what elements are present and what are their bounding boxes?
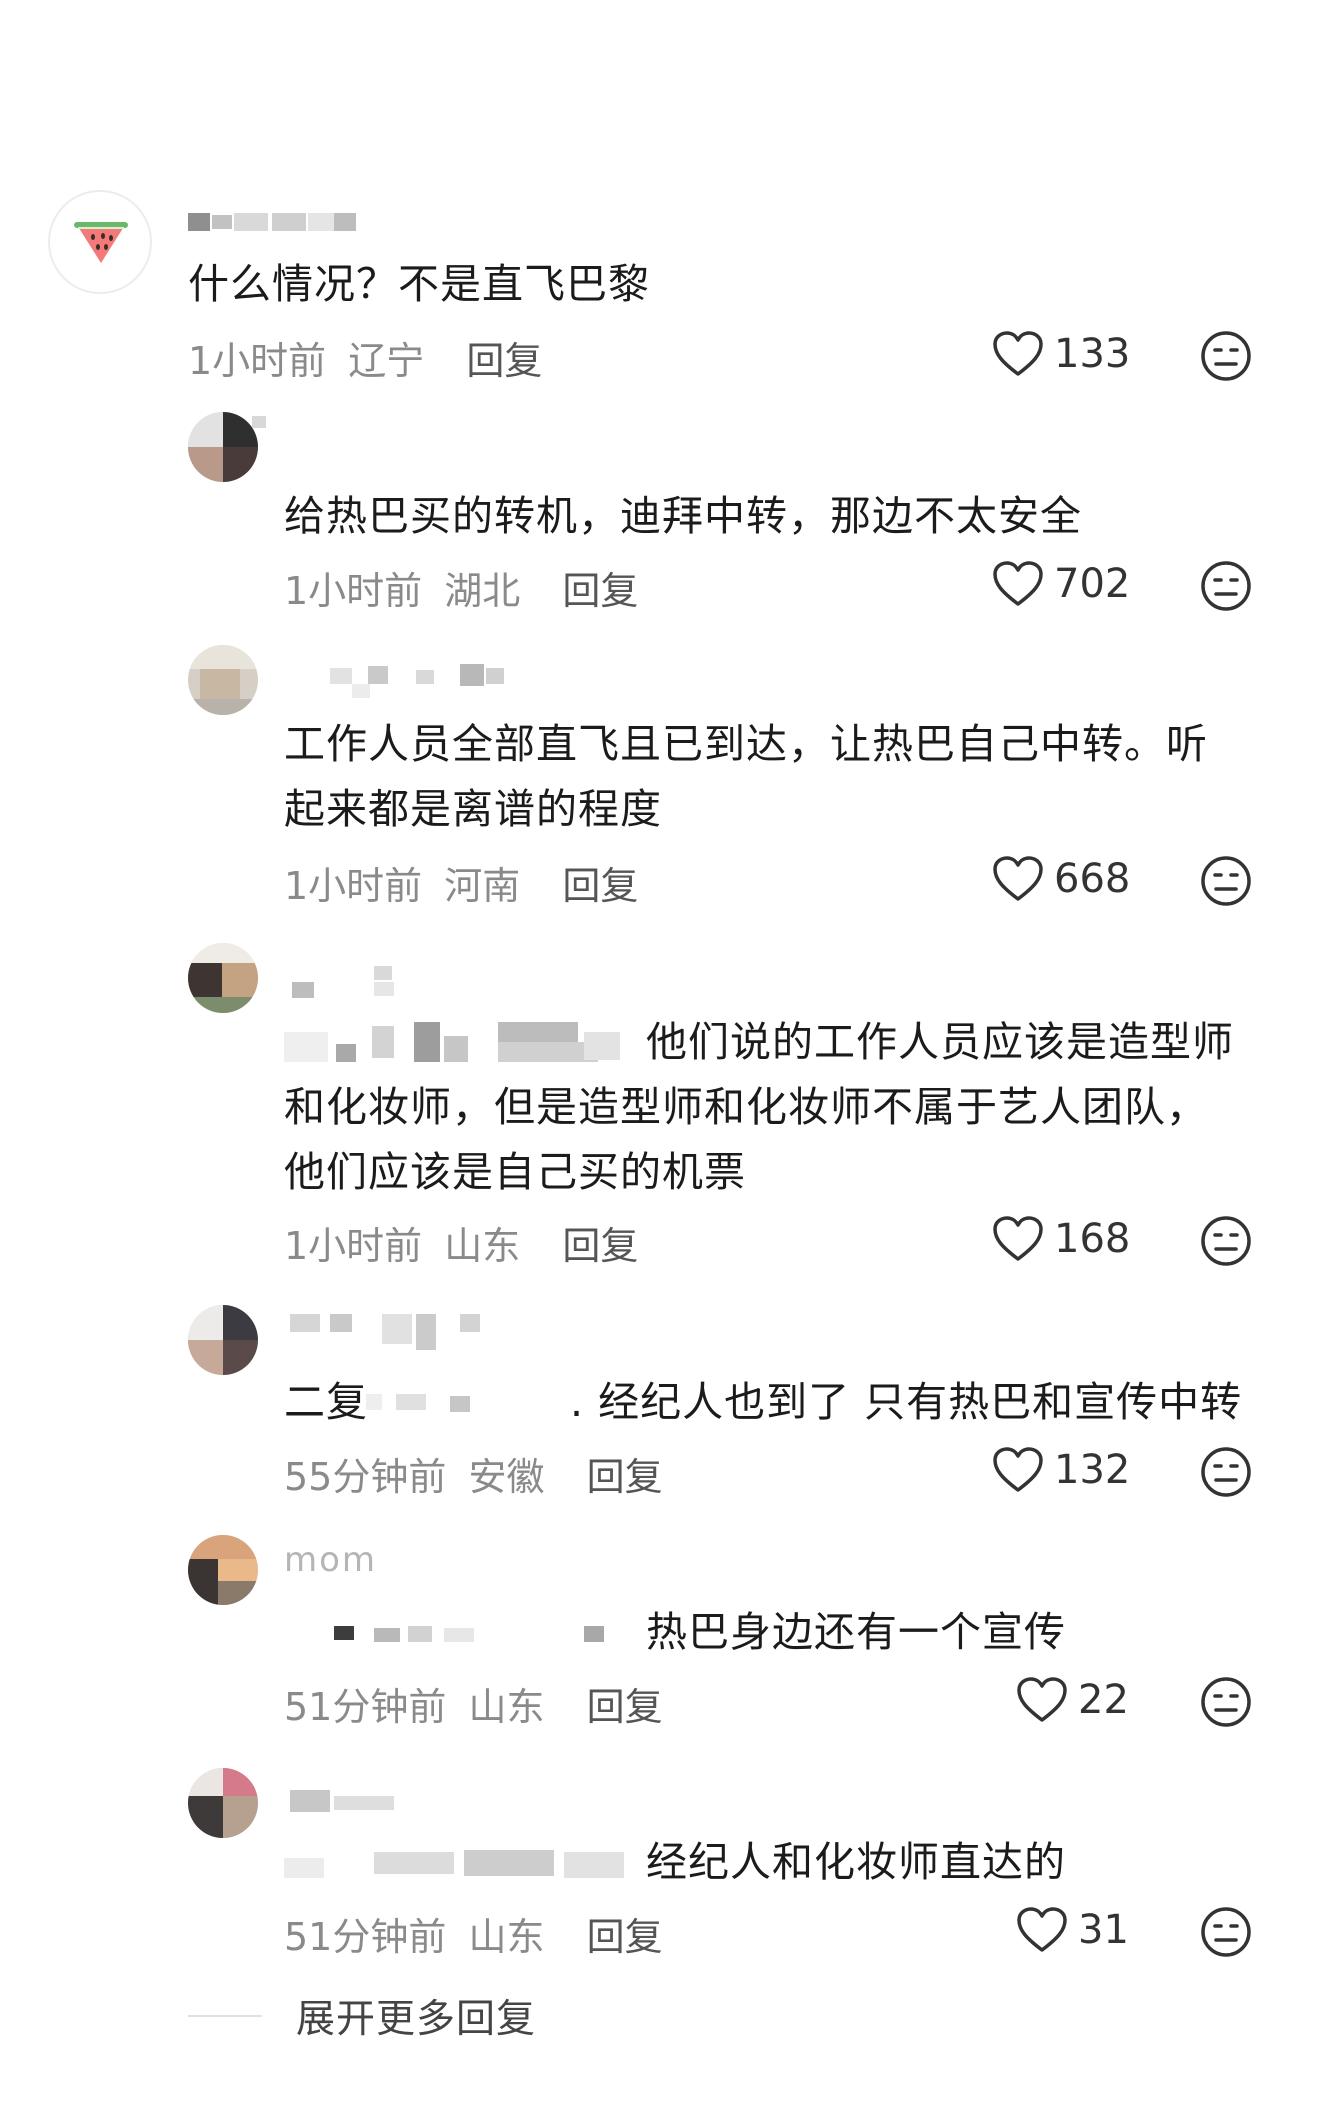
watermelon-icon: [74, 222, 128, 263]
like-button[interactable]: 702: [992, 560, 1130, 608]
username-blurred[interactable]: [252, 412, 272, 442]
comment-time: 1小时前: [188, 339, 327, 383]
comment-meta: 55分钟前 安徽 回复: [284, 1446, 663, 1501]
username-blurred[interactable]: [300, 660, 530, 698]
comment-location: 安徽: [468, 1455, 545, 1499]
comment-text: 经纪人和化妆师直达的: [646, 1838, 1066, 1886]
like-button[interactable]: 22: [1016, 1676, 1129, 1724]
comment-meta: 1小时前 河南 回复: [284, 855, 638, 910]
like-count: 668: [1054, 856, 1131, 902]
meh-face-icon[interactable]: [1200, 330, 1252, 382]
avatar[interactable]: [188, 1535, 258, 1605]
meh-face-icon[interactable]: [1200, 855, 1252, 907]
reply-button[interactable]: 回复: [562, 1224, 638, 1268]
reply-button[interactable]: 回复: [562, 569, 638, 613]
like-count: 31: [1078, 1907, 1129, 1953]
like-count: 168: [1054, 1216, 1131, 1262]
heart-outline-icon: [993, 1216, 1043, 1261]
comment-text: 二复 . 经纪人也到了 只有热巴和宣传中转: [284, 1370, 1244, 1435]
comment-text: 工作人员全部直飞且已到达，让热巴自己中转。听起来都是离谱的程度: [284, 720, 1208, 833]
like-count: 702: [1054, 561, 1131, 607]
comment-location: 湖北: [444, 569, 521, 613]
reply-button[interactable]: 回复: [587, 1455, 663, 1499]
comment-location: 山东: [468, 1685, 545, 1729]
comment-time: 51分钟前: [284, 1685, 447, 1729]
comment-location: 山东: [444, 1224, 521, 1268]
comment-meta: 51分钟前 山东 回复: [284, 1906, 663, 1961]
like-button[interactable]: 31: [1016, 1906, 1129, 1954]
comment-location: 辽宁: [348, 339, 425, 383]
comment-time: 55分钟前: [284, 1455, 447, 1499]
comment-time: 1小时前: [284, 1224, 423, 1268]
avatar[interactable]: [188, 412, 258, 482]
comment-meta: 1小时前 辽宁 回复: [188, 330, 542, 385]
heart-outline-icon: [993, 1447, 1043, 1492]
heart-outline-icon: [993, 856, 1043, 901]
username-blurred[interactable]: [292, 958, 412, 998]
avatar[interactable]: [188, 645, 258, 715]
meh-face-icon[interactable]: [1200, 560, 1252, 612]
like-button[interactable]: 133: [992, 330, 1130, 378]
comment-location: 河南: [444, 864, 521, 908]
username-blurred[interactable]: [290, 1308, 490, 1350]
avatar[interactable]: [48, 190, 152, 294]
reply-button[interactable]: 回复: [562, 864, 638, 908]
comment-text: 热巴身边还有一个宣传: [646, 1608, 1066, 1656]
comment-body: . 经纪人也到了 只有热巴和宣传中转: [570, 1378, 1243, 1426]
comment-thread: 什么情况？不是直飞巴黎 1小时前 辽宁 回复 133 给热巴买的转机，迪拜中转，…: [0, 0, 1320, 2104]
heart-outline-icon: [993, 561, 1043, 606]
comment-location: 山东: [468, 1915, 545, 1959]
divider-line: [188, 2015, 262, 2017]
like-button[interactable]: 668: [992, 855, 1130, 903]
heart-outline-icon: [993, 331, 1043, 376]
comment-meta: 1小时前 山东 回复: [284, 1215, 638, 1270]
comment-text: 什么情况？不是直飞巴黎: [188, 260, 650, 308]
comment-meta: 51分钟前 山东 回复: [284, 1676, 663, 1731]
like-button[interactable]: 132: [992, 1446, 1130, 1494]
meh-face-icon[interactable]: [1200, 1215, 1252, 1267]
avatar[interactable]: [188, 943, 258, 1013]
meh-face-icon[interactable]: [1200, 1446, 1252, 1498]
comment-time: 51分钟前: [284, 1915, 447, 1959]
username-blurred[interactable]: [188, 205, 358, 235]
heart-outline-icon: [1017, 1677, 1067, 1722]
comment-text: 他们说的工作人员应该是造型师和化妆师，但是造型师和化妆师不属于艺人团队，他们应该…: [284, 1018, 1234, 1196]
reply-button[interactable]: 回复: [587, 1915, 663, 1959]
heart-outline-icon: [1017, 1907, 1067, 1952]
avatar[interactable]: [188, 1305, 258, 1375]
avatar[interactable]: [188, 1768, 258, 1838]
meh-face-icon[interactable]: [1200, 1906, 1252, 1958]
reply-prefix: 二复: [284, 1378, 368, 1426]
expand-more-replies-button[interactable]: 展开更多回复: [188, 1988, 536, 2044]
comment-time: 1小时前: [284, 569, 423, 613]
like-button[interactable]: 168: [992, 1215, 1130, 1263]
reply-button[interactable]: 回复: [466, 339, 542, 383]
like-count: 132: [1054, 1447, 1131, 1493]
expand-more-replies-label: 展开更多回复: [296, 1997, 537, 2042]
reply-button[interactable]: 回复: [587, 1685, 663, 1729]
like-count: 133: [1054, 331, 1131, 377]
comment-text: 给热巴买的转机，迪拜中转，那边不太安全: [284, 492, 1082, 540]
username-blurred[interactable]: [290, 1786, 410, 1816]
meh-face-icon[interactable]: [1200, 1676, 1252, 1728]
username[interactable]: mom: [284, 1540, 394, 1580]
comment-time: 1小时前: [284, 864, 423, 908]
comment-meta: 1小时前 湖北 回复: [284, 560, 638, 615]
like-count: 22: [1078, 1677, 1129, 1723]
